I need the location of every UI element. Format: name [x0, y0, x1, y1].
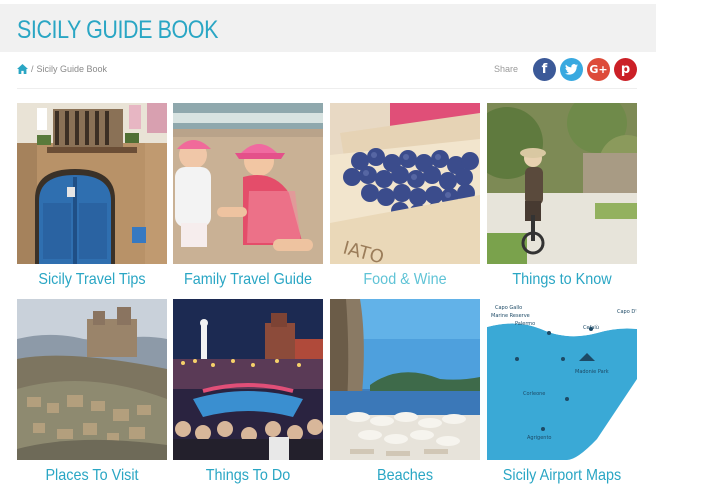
- tile-image-children-beach[interactable]: [173, 103, 323, 264]
- twitter-share-button[interactable]: [560, 57, 583, 81]
- tile-things-to-know[interactable]: Things to Know: [487, 103, 637, 289]
- tile-food-wine[interactable]: IATO Food & Wine: [330, 103, 480, 289]
- tile-image-cyclist[interactable]: [487, 103, 637, 264]
- svg-text:Palermo: Palermo: [515, 321, 535, 327]
- svg-text:Corleone: Corleone: [523, 391, 545, 397]
- tile-label[interactable]: Food & Wine: [338, 271, 473, 289]
- svg-text:Madonie Park: Madonie Park: [575, 369, 609, 375]
- tile-family-travel-guide[interactable]: Family Travel Guide: [173, 103, 323, 289]
- svg-text:Cefalù: Cefalù: [583, 324, 599, 331]
- breadcrumb: / Sicily Guide Book: [17, 64, 107, 74]
- share-bar: Share f G+ p: [494, 56, 637, 82]
- svg-text:Agrigento: Agrigento: [527, 435, 551, 441]
- tile-places-to-visit[interactable]: Places To Visit: [17, 299, 167, 485]
- tile-image-sicily-map[interactable]: Capo Gallo Marine Reserve Palermo Cefalù…: [487, 299, 637, 460]
- tile-image-festival[interactable]: [173, 299, 323, 460]
- google-plus-icon: G+: [589, 62, 608, 76]
- google-plus-share-button[interactable]: G+: [587, 57, 610, 81]
- site-title[interactable]: SICILY GUIDE BOOK: [17, 16, 218, 45]
- svg-text:Capo Gallo: Capo Gallo: [495, 305, 522, 311]
- tile-sicily-airport-maps[interactable]: Capo Gallo Marine Reserve Palermo Cefalù…: [487, 299, 637, 485]
- tile-label[interactable]: Family Travel Guide: [181, 271, 316, 289]
- tile-label[interactable]: Places To Visit: [25, 467, 160, 485]
- facebook-icon: f: [541, 61, 548, 77]
- tile-things-to-do[interactable]: Things To Do: [173, 299, 323, 485]
- tile-sicily-travel-tips[interactable]: Sicily Travel Tips: [17, 103, 167, 289]
- tile-label[interactable]: Things To Do: [181, 467, 316, 485]
- svg-text:Capo D'o: Capo D'o: [617, 309, 637, 315]
- tile-image-beach-umbrellas[interactable]: [330, 299, 480, 460]
- site-header: SICILY GUIDE BOOK: [0, 4, 656, 52]
- share-label: Share: [493, 64, 518, 74]
- pinterest-share-button[interactable]: p: [614, 57, 637, 81]
- breadcrumb-bar: / Sicily Guide Book Share f G+ p: [17, 56, 637, 89]
- home-icon[interactable]: [17, 64, 28, 74]
- breadcrumb-separator: /: [31, 64, 34, 74]
- tile-label[interactable]: Beaches: [338, 467, 473, 485]
- breadcrumb-current: Sicily Guide Book: [36, 64, 108, 74]
- tile-image-hilltop-castle[interactable]: [17, 299, 167, 460]
- twitter-icon: [565, 63, 578, 75]
- tile-label[interactable]: Sicily Airport Maps: [495, 467, 630, 485]
- facebook-share-button[interactable]: f: [533, 57, 556, 81]
- tile-label[interactable]: Things to Know: [495, 271, 630, 289]
- tile-image-grapes-crate[interactable]: IATO: [330, 103, 480, 264]
- svg-text:Marine Reserve: Marine Reserve: [491, 313, 530, 319]
- tile-image-blue-door[interactable]: [17, 103, 167, 264]
- tile-label[interactable]: Sicily Travel Tips: [25, 271, 160, 289]
- pinterest-icon: p: [620, 61, 631, 77]
- tile-beaches[interactable]: Beaches: [330, 299, 480, 485]
